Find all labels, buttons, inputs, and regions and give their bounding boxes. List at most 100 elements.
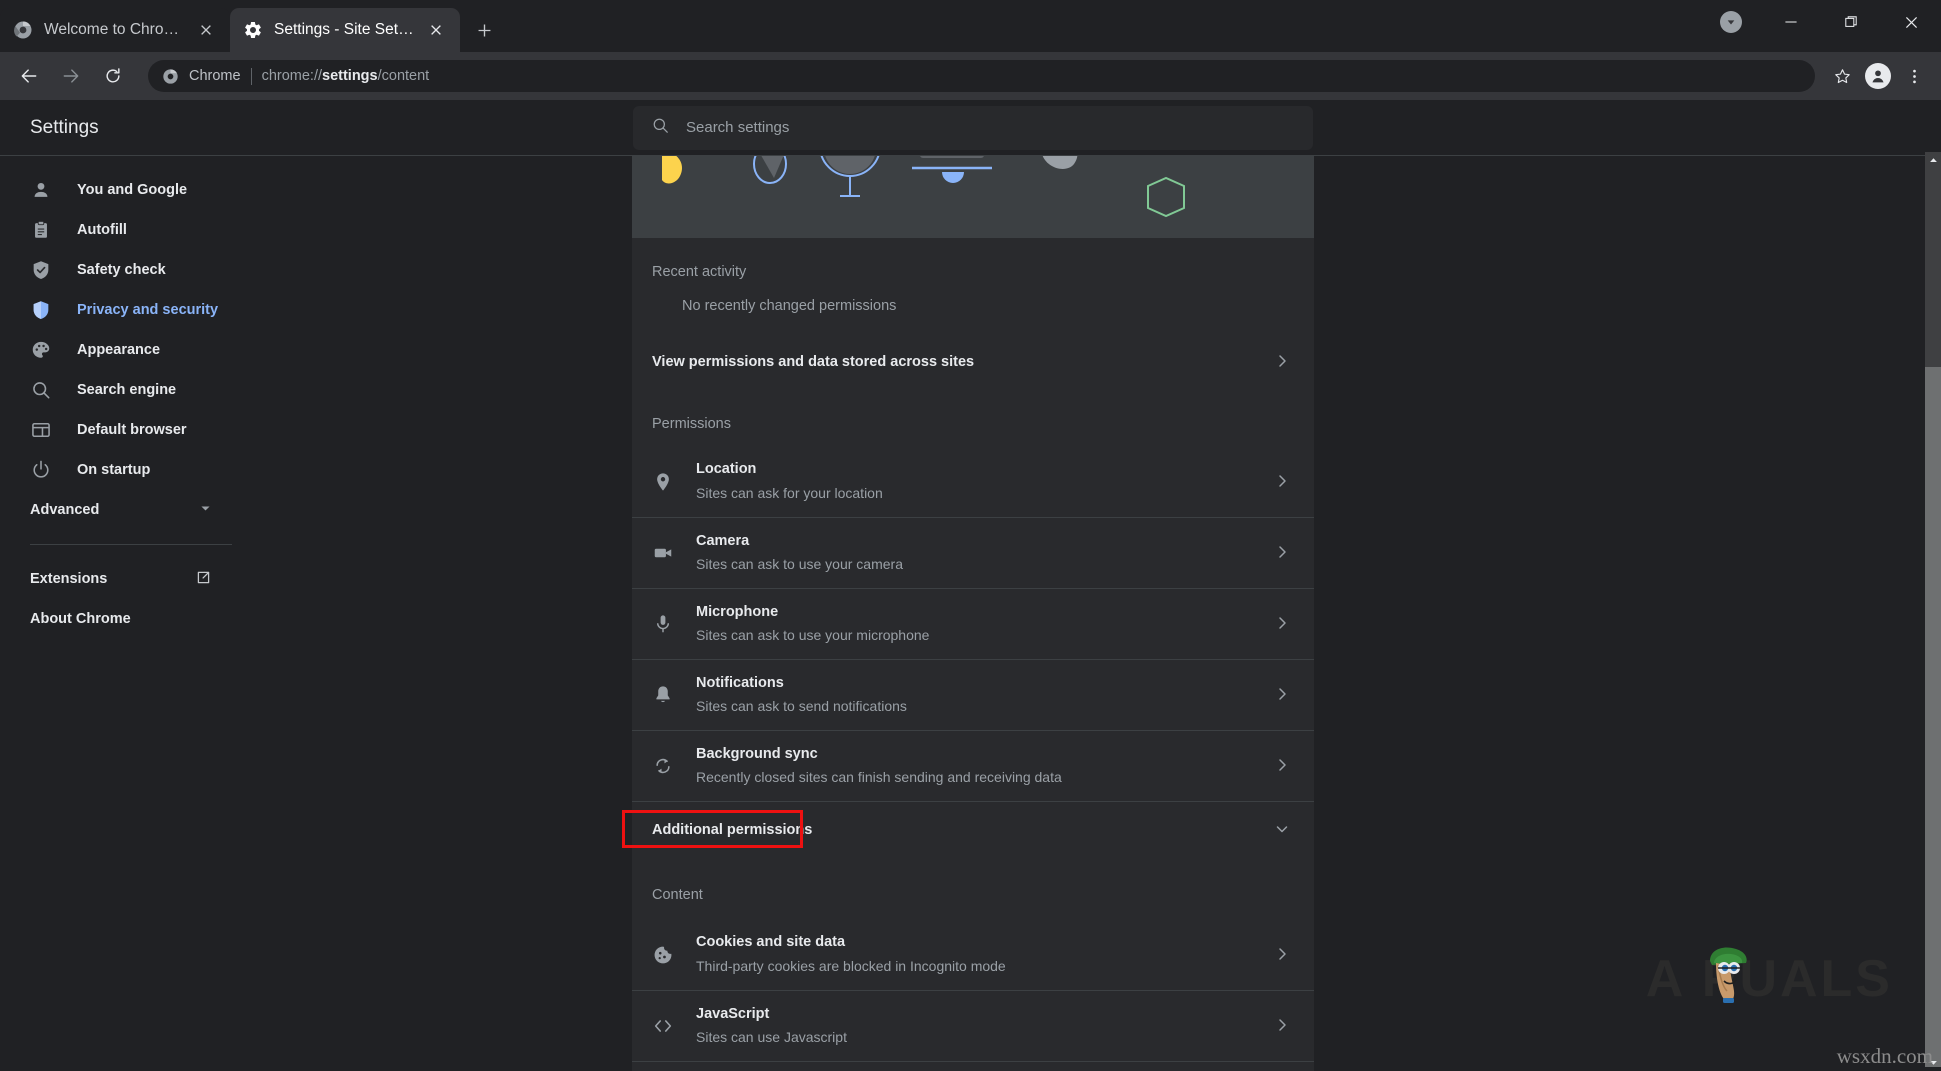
- omnibox-separator: [251, 68, 252, 85]
- close-button[interactable]: [1881, 0, 1941, 44]
- scrollbar-down-arrow[interactable]: [1925, 1054, 1941, 1071]
- additional-permissions-label: Additional permissions: [652, 822, 812, 838]
- settings-header: Settings Search settings: [0, 100, 1925, 156]
- content-text: JavaScript Sites can use Javascript: [696, 1004, 1252, 1048]
- permission-row-background-sync[interactable]: Background sync Recently closed sites ca…: [632, 730, 1314, 801]
- new-tab-button[interactable]: [466, 12, 502, 48]
- recent-activity-card: Recent activity No recently changed perm…: [632, 238, 1314, 446]
- forward-button[interactable]: [52, 57, 90, 95]
- content-title: JavaScript: [696, 1006, 769, 1022]
- close-icon[interactable]: [425, 19, 447, 41]
- camera-icon: [652, 542, 674, 564]
- location-pin-icon: [652, 471, 674, 493]
- minimize-button[interactable]: [1761, 0, 1821, 44]
- maximize-button[interactable]: [1821, 0, 1881, 44]
- sidebar-item-you-and-google[interactable]: You and Google: [0, 170, 262, 210]
- permission-text: Notifications Sites can ask to send noti…: [696, 673, 1252, 717]
- sidebar-divider: [30, 544, 232, 545]
- scrollbar-thumb[interactable]: [1925, 367, 1941, 1067]
- chrome-logo-icon: [162, 68, 179, 85]
- person-icon: [30, 179, 52, 201]
- three-dot-menu-icon[interactable]: [1897, 59, 1931, 93]
- sync-icon: [652, 755, 674, 777]
- permission-sub: Sites can ask to use your camera: [696, 554, 1252, 575]
- sidebar-item-extensions[interactable]: Extensions: [0, 559, 262, 599]
- sidebar-item-default-browser[interactable]: Default browser: [0, 410, 262, 450]
- permission-title: Location: [696, 461, 756, 477]
- tab-title: Welcome to Chrome: [44, 21, 184, 39]
- sidebar-item-safety-check[interactable]: Safety check: [0, 250, 262, 290]
- url-bold: settings: [322, 68, 378, 84]
- sidebar-item-label: Appearance: [77, 342, 160, 358]
- close-icon[interactable]: [195, 19, 217, 41]
- window-controls: [1701, 0, 1941, 44]
- settings-card-column: Recent activity No recently changed perm…: [632, 156, 1314, 1071]
- permission-row-microphone[interactable]: Microphone Sites can ask to use your mic…: [632, 588, 1314, 659]
- sidebar-item-search-engine[interactable]: Search engine: [0, 370, 262, 410]
- content-row-cookies-and-site-data[interactable]: Cookies and site data Third-party cookie…: [632, 919, 1314, 990]
- permission-row-location[interactable]: Location Sites can ask for your location: [632, 446, 1314, 517]
- omnibox-url: chrome://settings/content: [262, 68, 430, 84]
- sidebar-item-appearance[interactable]: Appearance: [0, 330, 262, 370]
- permission-text: Background sync Recently closed sites ca…: [696, 744, 1252, 788]
- additional-permissions-row[interactable]: Additional permissions: [632, 801, 1314, 857]
- chevron-right-icon: [1274, 946, 1292, 964]
- tab-strip: Welcome to Chrome Settings - Site Settin…: [0, 0, 1941, 52]
- sidebar-item-about-chrome[interactable]: About Chrome: [0, 599, 262, 639]
- tab-title: Settings - Site Settings: [274, 21, 414, 39]
- permission-text: Microphone Sites can ask to use your mic…: [696, 602, 1252, 646]
- sidebar-item-on-startup[interactable]: On startup: [0, 450, 262, 490]
- tab-welcome-to-chrome[interactable]: Welcome to Chrome: [0, 8, 230, 52]
- settings-sidebar: You and Google Autofill: [0, 156, 262, 1071]
- external-link-icon: [195, 569, 212, 590]
- sidebar-item-privacy-and-security[interactable]: Privacy and security: [0, 290, 262, 330]
- content-row-javascript[interactable]: JavaScript Sites can use Javascript: [632, 990, 1314, 1061]
- profile-avatar[interactable]: [1861, 59, 1895, 93]
- search-settings-input[interactable]: Search settings: [633, 106, 1313, 150]
- sidebar-item-advanced[interactable]: Advanced: [0, 490, 262, 530]
- reload-button[interactable]: [94, 57, 132, 95]
- gear-icon: [243, 20, 263, 40]
- permission-row-notifications[interactable]: Notifications Sites can ask to send noti…: [632, 659, 1314, 730]
- settings-page: Settings Search settings: [0, 100, 1941, 1071]
- download-badge-icon[interactable]: [1701, 0, 1761, 44]
- scrollbar-up-arrow[interactable]: [1925, 152, 1941, 169]
- sidebar-item-label: Extensions: [30, 571, 107, 587]
- permission-title: Background sync: [696, 746, 818, 762]
- shield-check-icon: [30, 259, 52, 281]
- sidebar-item-label: Default browser: [77, 422, 187, 438]
- permission-sub: Recently closed sites can finish sending…: [696, 767, 1252, 788]
- omnibox-chip-label: Chrome: [189, 68, 241, 84]
- view-permissions-label: View permissions and data stored across …: [652, 354, 974, 370]
- view-permissions-link[interactable]: View permissions and data stored across …: [632, 336, 1314, 388]
- permission-row-camera[interactable]: Camera Sites can ask to use your camera: [632, 517, 1314, 588]
- shield-icon: [30, 299, 52, 321]
- chevron-right-icon: [1274, 473, 1292, 491]
- recent-activity-label: Recent activity: [632, 238, 1314, 290]
- url-prefix: chrome://: [262, 68, 322, 84]
- address-bar[interactable]: Chrome chrome://settings/content: [148, 60, 1815, 92]
- bell-icon: [652, 684, 674, 706]
- sidebar-item-autofill[interactable]: Autofill: [0, 210, 262, 250]
- content-sub: Third-party cookies are blocked in Incog…: [696, 956, 1252, 977]
- tab-settings-site-settings[interactable]: Settings - Site Settings: [230, 8, 460, 52]
- chevron-right-icon: [1274, 353, 1292, 371]
- permission-sub: Sites can ask to send notifications: [696, 696, 1252, 717]
- sidebar-item-label: Privacy and security: [77, 302, 218, 318]
- scrollbar-track-upper[interactable]: [1925, 152, 1941, 367]
- sidebar-item-label: Safety check: [77, 262, 166, 278]
- sidebar-item-label: About Chrome: [30, 611, 131, 627]
- sidebar-item-label: You and Google: [77, 182, 187, 198]
- content-text: Cookies and site data Third-party cookie…: [696, 932, 1252, 976]
- bookmark-star-icon[interactable]: [1825, 59, 1859, 93]
- permission-sub: Sites can ask to use your microphone: [696, 625, 1252, 646]
- vertical-scrollbar[interactable]: [1925, 152, 1941, 1071]
- chevron-right-icon: [1274, 757, 1292, 775]
- cookie-icon: [652, 944, 674, 966]
- code-brackets-icon: [652, 1015, 674, 1037]
- palette-icon: [30, 339, 52, 361]
- sidebar-item-label: Search engine: [77, 382, 176, 398]
- browser-window: Welcome to Chrome Settings - Site Settin…: [0, 0, 1941, 1071]
- content-row-images[interactable]: Images: [632, 1061, 1314, 1071]
- back-button[interactable]: [10, 57, 48, 95]
